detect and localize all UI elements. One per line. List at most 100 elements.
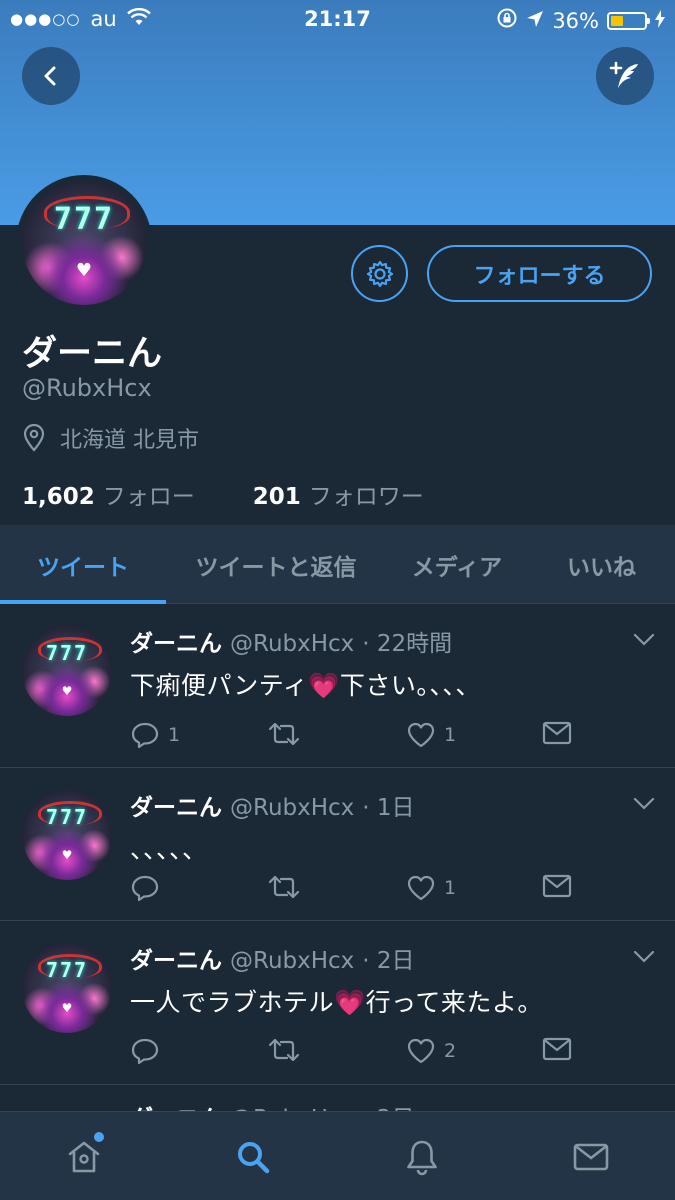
heart-icon bbox=[407, 875, 435, 901]
tweet-text: 一人でラブホテル💗行って来たよ。 bbox=[130, 988, 543, 1017]
search-icon bbox=[238, 1141, 270, 1173]
compose-tweet-button[interactable] bbox=[596, 47, 654, 105]
tweet-item[interactable]: 777 ♥ ダーニん @RubxHcx · 2日 一人でラブホテル💗行って来たよ… bbox=[0, 921, 675, 1085]
tweet-author-handle: @RubxHcx bbox=[230, 948, 355, 974]
retweet-button[interactable] bbox=[268, 721, 308, 747]
tweet-timestamp: · 22時間 bbox=[362, 631, 453, 657]
nav-notifications[interactable] bbox=[338, 1112, 506, 1200]
tweet-avatar[interactable]: 777 ♥ bbox=[22, 626, 112, 716]
chevron-down-icon bbox=[633, 950, 655, 963]
like-count: 2 bbox=[444, 1040, 457, 1062]
avatar-777-text: 777 bbox=[53, 202, 115, 238]
bell-icon bbox=[407, 1140, 437, 1175]
like-count: 1 bbox=[444, 877, 457, 899]
direct-message-button[interactable] bbox=[542, 721, 572, 745]
tab-media[interactable]: メディア bbox=[386, 525, 528, 604]
heart-emoji: 💗 bbox=[308, 671, 340, 700]
profile-avatar[interactable]: 777 ♥ bbox=[16, 175, 152, 311]
home-notification-dot bbox=[94, 1132, 104, 1142]
like-button[interactable]: 1 bbox=[406, 721, 456, 749]
reply-icon bbox=[131, 722, 159, 749]
tweet-menu-button[interactable] bbox=[633, 796, 655, 815]
mail-icon bbox=[542, 1037, 572, 1061]
tweet-avatar[interactable]: 777 ♥ bbox=[22, 943, 112, 1033]
gear-icon bbox=[366, 260, 393, 287]
tab-likes[interactable]: いいね bbox=[528, 525, 675, 604]
following-count: 1,602 bbox=[22, 484, 95, 510]
reply-icon bbox=[131, 1038, 159, 1065]
nav-search[interactable] bbox=[169, 1112, 337, 1200]
tweet-menu-button[interactable] bbox=[633, 949, 655, 968]
mail-icon bbox=[573, 1143, 609, 1170]
tab-tweets-and-replies[interactable]: ツイートと返信 bbox=[166, 525, 386, 604]
reply-count: 1 bbox=[168, 724, 181, 746]
retweet-icon bbox=[268, 722, 300, 746]
profile-settings-button[interactable] bbox=[351, 245, 408, 302]
chevron-left-icon bbox=[44, 66, 56, 86]
tab-tweets[interactable]: ツイート bbox=[0, 525, 166, 604]
tweet-timestamp: · 2日 bbox=[362, 948, 415, 974]
avatar-heart-icon: ♥ bbox=[61, 1000, 73, 1015]
location-text: 北海道 北見市 bbox=[60, 428, 199, 453]
avatar-image: 777 ♥ bbox=[22, 181, 146, 305]
direct-message-button[interactable] bbox=[542, 1037, 572, 1061]
avatar-heart-icon: ♥ bbox=[61, 683, 73, 698]
nav-home[interactable] bbox=[0, 1112, 168, 1200]
avatar-heart-icon: ♥ bbox=[61, 847, 73, 862]
tweet-actions: 2 bbox=[130, 1037, 650, 1067]
tweet-timestamp: · 1日 bbox=[362, 795, 415, 821]
mail-icon bbox=[542, 721, 572, 745]
like-count: 1 bbox=[444, 724, 457, 746]
battery-percent: 36% bbox=[552, 8, 599, 33]
retweet-button[interactable] bbox=[268, 1037, 308, 1063]
compose-tweet-icon bbox=[609, 61, 638, 88]
home-icon bbox=[68, 1141, 100, 1172]
tweet-item[interactable]: 777 ♥ ダーニん @RubxHcx · 1日 、、、、、 1 bbox=[0, 768, 675, 921]
back-button[interactable] bbox=[22, 47, 80, 105]
tweet-header: ダーニん @RubxHcx · 2日 bbox=[130, 941, 415, 975]
mail-icon bbox=[542, 874, 572, 898]
avatar-777-text: 777 bbox=[45, 958, 89, 983]
reply-button[interactable]: 1 bbox=[130, 721, 180, 749]
tweet-menu-button[interactable] bbox=[633, 632, 655, 651]
location-arrow-icon bbox=[526, 9, 544, 33]
tweet-avatar[interactable]: 777 ♥ bbox=[22, 790, 112, 880]
profile-page: ●●●○○ au 21:17 36% 777 ♥ フォローする ダーニん @Ru… bbox=[0, 0, 675, 1200]
avatar-heart-icon: ♥ bbox=[75, 260, 93, 282]
heart-icon bbox=[407, 722, 435, 748]
following-stat[interactable]: 1,602 フォロー bbox=[22, 477, 195, 511]
tweet-author-handle: @RubxHcx bbox=[230, 795, 355, 821]
heart-emoji: 💗 bbox=[334, 988, 366, 1017]
profile-handle: @RubxHcx bbox=[22, 374, 152, 402]
tweet-actions: 1 bbox=[130, 874, 650, 904]
battery-icon bbox=[607, 11, 650, 30]
followers-count: 201 bbox=[252, 484, 301, 510]
tweet-text: 、、、、、 bbox=[130, 835, 208, 864]
profile-display-name: ダーニん bbox=[22, 334, 163, 374]
direct-message-button[interactable] bbox=[542, 874, 572, 898]
like-button[interactable]: 1 bbox=[406, 874, 456, 902]
heart-icon bbox=[407, 1038, 435, 1064]
tweet-item[interactable]: 777 ♥ ダーニん @RubxHcx · 22時間 下痢便パンティ💗下さい。、… bbox=[0, 604, 675, 768]
like-button[interactable]: 2 bbox=[406, 1037, 456, 1065]
followers-label: フォロワー bbox=[308, 484, 424, 510]
chevron-down-icon bbox=[633, 633, 655, 646]
tweet-author-handle: @RubxHcx bbox=[230, 631, 355, 657]
retweet-icon bbox=[268, 875, 300, 899]
location-pin-icon bbox=[23, 424, 45, 452]
tweet-author-name: ダーニん bbox=[130, 795, 222, 821]
reply-button[interactable] bbox=[130, 1037, 168, 1065]
retweet-button[interactable] bbox=[268, 874, 308, 900]
avatar-777-text: 777 bbox=[45, 641, 89, 666]
tweet-author-name: ダーニん bbox=[130, 631, 222, 657]
avatar-777-text: 777 bbox=[45, 805, 89, 830]
tweet-header: ダーニん @RubxHcx · 22時間 bbox=[130, 624, 452, 658]
followers-stat[interactable]: 201 フォロワー bbox=[253, 477, 424, 511]
reply-button[interactable] bbox=[130, 874, 168, 902]
follow-button[interactable]: フォローする bbox=[427, 245, 652, 302]
tweet-header: ダーニん @RubxHcx · 1日 bbox=[130, 788, 415, 822]
tweet-text: 下痢便パンティ💗下さい。、、、 bbox=[130, 671, 481, 700]
charging-bolt-icon bbox=[655, 9, 665, 33]
orientation-lock-icon bbox=[496, 7, 518, 34]
nav-messages[interactable] bbox=[507, 1112, 675, 1200]
